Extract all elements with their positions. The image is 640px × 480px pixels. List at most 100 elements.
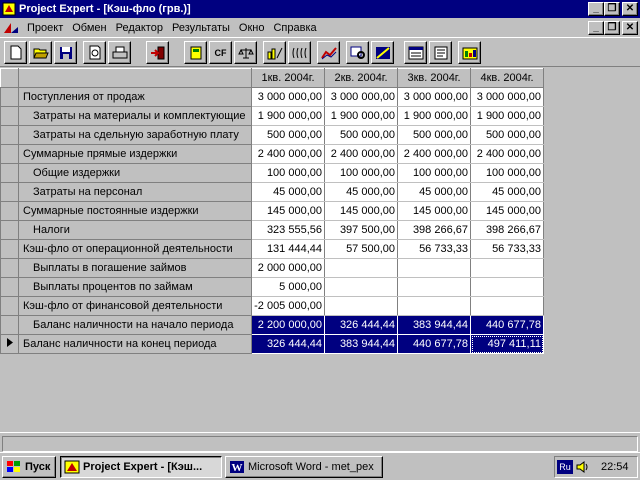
table-cell[interactable]: 45 000,00 xyxy=(251,182,325,202)
table-row[interactable]: Выплаты в погашение займов 2 000 000,00 xyxy=(0,258,544,278)
table-cell[interactable] xyxy=(397,258,471,278)
percent-button[interactable] xyxy=(263,41,286,64)
table-cell[interactable]: 3 000 000,00 xyxy=(397,87,471,107)
menu-exchange[interactable]: Обмен xyxy=(68,22,111,34)
analysis-button[interactable] xyxy=(346,41,369,64)
row-indicator[interactable] xyxy=(0,182,19,202)
open-button[interactable] xyxy=(29,41,52,64)
maximize-button[interactable]: ❐ xyxy=(604,2,620,16)
table-cell[interactable]: 57 500,00 xyxy=(324,239,398,259)
table-cell[interactable]: 398 266,67 xyxy=(397,220,471,240)
chart-button[interactable] xyxy=(317,41,340,64)
menu-editor[interactable]: Редактор xyxy=(112,22,168,34)
table-cell[interactable]: 323 555,56 xyxy=(251,220,325,240)
document-button[interactable] xyxy=(429,41,452,64)
table-cell[interactable]: -2 005 000,00 xyxy=(251,296,325,316)
report-button[interactable] xyxy=(404,41,427,64)
trend-button[interactable] xyxy=(371,41,394,64)
title-bar[interactable]: Project Expert - [Кэш-фло (грв.)] _ ❐ ✕ xyxy=(0,0,640,18)
table-cell[interactable] xyxy=(324,277,398,297)
table-cell[interactable]: 383 944,44 xyxy=(397,315,471,335)
table-row[interactable]: Кэш-фло от операционной деятельности 131 … xyxy=(0,239,544,259)
table-cell[interactable]: 131 444,44 xyxy=(251,239,325,259)
table-row[interactable]: Налоги 323 555,56 397 500,00 398 266,67 398 … xyxy=(0,220,544,240)
table-row[interactable]: Кэш-фло от финансовой деятельности -2 005… xyxy=(0,296,544,316)
row-indicator[interactable] xyxy=(0,201,19,221)
table-row[interactable]: Баланс наличности на конец периода 326 44… xyxy=(0,334,544,354)
cashflow-button[interactable]: CF xyxy=(209,41,232,64)
table-row[interactable]: Суммарные постоянные издержки 145 000,00 1… xyxy=(0,201,544,221)
new-button[interactable] xyxy=(4,41,27,64)
balance-button[interactable] xyxy=(234,41,257,64)
column-header[interactable]: 2кв. 2004г. xyxy=(324,68,398,88)
table-cell[interactable] xyxy=(470,258,544,278)
minimize-button[interactable]: _ xyxy=(588,2,604,16)
table-cell[interactable]: 100 000,00 xyxy=(324,163,398,183)
row-indicator[interactable] xyxy=(0,277,19,297)
table-cell[interactable]: 100 000,00 xyxy=(397,163,471,183)
table-cell[interactable]: 326 444,44 xyxy=(324,315,398,335)
table-cell[interactable]: 45 000,00 xyxy=(470,182,544,202)
taskbar-item-project-expert[interactable]: Project Expert - [Кэш... xyxy=(60,456,222,478)
calendar-button[interactable] xyxy=(458,41,481,64)
column-header[interactable]: 1кв. 2004г. xyxy=(251,68,325,88)
table-cell[interactable]: 1 900 000,00 xyxy=(470,106,544,126)
doc-restore-button[interactable]: ❐ xyxy=(604,20,620,35)
speaker-icon[interactable] xyxy=(575,460,591,474)
table-cell[interactable] xyxy=(324,258,398,278)
table-cell[interactable] xyxy=(470,277,544,297)
preview-button[interactable] xyxy=(83,41,106,64)
row-indicator[interactable] xyxy=(0,334,19,354)
table-cell[interactable]: 145 000,00 xyxy=(397,201,471,221)
save-button[interactable] xyxy=(54,41,77,64)
table-row[interactable]: Общие издержки 100 000,00 100 000,00 100 00… xyxy=(0,163,544,183)
table-cell[interactable]: 1 900 000,00 xyxy=(324,106,398,126)
column-header[interactable]: 4кв. 2004г. xyxy=(470,68,544,88)
table-cell[interactable]: 3 000 000,00 xyxy=(251,87,325,107)
table-cell[interactable]: 1 900 000,00 xyxy=(397,106,471,126)
table-cell[interactable]: 497 411,11 xyxy=(470,334,544,354)
menu-window[interactable]: Окно xyxy=(235,22,270,34)
table-cell[interactable] xyxy=(470,296,544,316)
print-button[interactable] xyxy=(108,41,131,64)
table-cell[interactable]: 100 000,00 xyxy=(251,163,325,183)
table-cell[interactable]: 500 000,00 xyxy=(470,125,544,145)
row-indicator[interactable] xyxy=(0,296,19,316)
row-indicator[interactable] xyxy=(0,87,19,107)
column-header[interactable]: 3кв. 2004г. xyxy=(397,68,471,88)
table-row[interactable]: Суммарные прямые издержки 2 400 000,00 2 4… xyxy=(0,144,544,164)
document-window-icon[interactable] xyxy=(3,21,19,35)
table-cell[interactable]: 440 677,78 xyxy=(397,334,471,354)
start-button[interactable]: Пуск xyxy=(2,456,56,478)
row-indicator[interactable] xyxy=(0,239,19,259)
table-row[interactable]: Баланс наличности на начало периода 2 200… xyxy=(0,315,544,335)
table-cell[interactable]: 1 900 000,00 xyxy=(251,106,325,126)
table-cell[interactable]: 145 000,00 xyxy=(470,201,544,221)
table-cell[interactable]: 326 444,44 xyxy=(251,334,325,354)
table-cell[interactable]: 145 000,00 xyxy=(251,201,325,221)
table-cell[interactable]: 2 400 000,00 xyxy=(251,144,325,164)
table-cell[interactable]: 500 000,00 xyxy=(397,125,471,145)
table-cell[interactable]: 145 000,00 xyxy=(324,201,398,221)
table-cell[interactable]: 500 000,00 xyxy=(324,125,398,145)
table-cell[interactable]: 45 000,00 xyxy=(397,182,471,202)
table-cell[interactable]: 398 266,67 xyxy=(470,220,544,240)
menu-help[interactable]: Справка xyxy=(269,22,321,34)
language-indicator[interactable]: Ru xyxy=(557,460,573,474)
table-cell[interactable]: 45 000,00 xyxy=(324,182,398,202)
table-cell[interactable]: 56 733,33 xyxy=(397,239,471,259)
calculator-button[interactable] xyxy=(184,41,207,64)
table-cell[interactable]: 3 000 000,00 xyxy=(324,87,398,107)
table-cell[interactable]: 500 000,00 xyxy=(251,125,325,145)
row-indicator[interactable] xyxy=(0,258,19,278)
close-button[interactable]: ✕ xyxy=(622,2,638,16)
money-button[interactable] xyxy=(288,41,311,64)
row-indicator[interactable] xyxy=(0,315,19,335)
row-indicator[interactable] xyxy=(0,220,19,240)
row-indicator[interactable] xyxy=(0,163,19,183)
doc-minimize-button[interactable]: _ xyxy=(588,20,604,35)
table-cell[interactable]: 397 500,00 xyxy=(324,220,398,240)
table-cell[interactable]: 5 000,00 xyxy=(251,277,325,297)
table-cell[interactable]: 2 400 000,00 xyxy=(324,144,398,164)
table-row[interactable]: Выплаты процентов по займам 5 000,00 xyxy=(0,277,544,297)
